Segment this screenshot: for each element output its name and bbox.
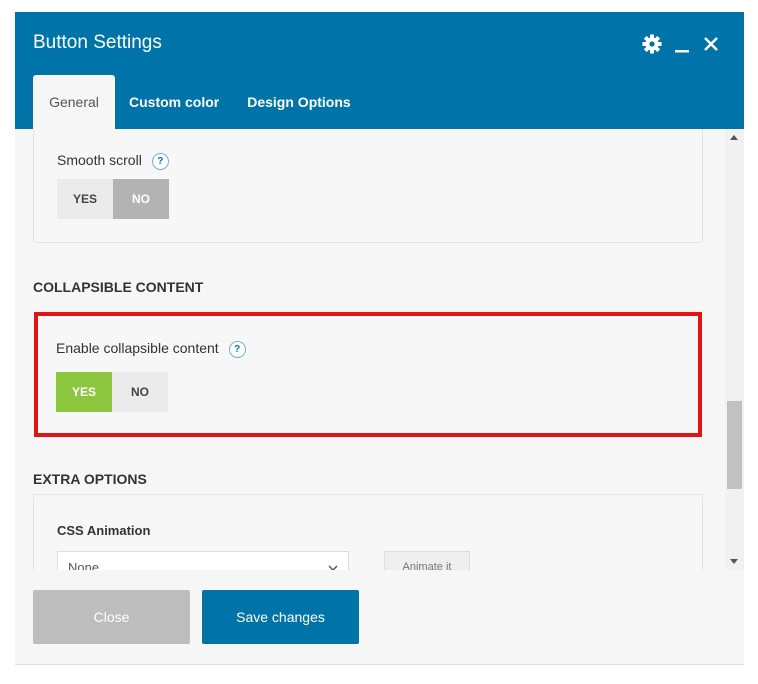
css-animation-value: None [68, 560, 100, 570]
smooth-scroll-toggle[interactable]: YES NO [57, 179, 169, 219]
settings-content: Smooth scroll? YES NO COLLAPSIBLE CONTEN… [15, 129, 725, 570]
dialog-title: Button Settings [33, 32, 162, 53]
header-controls [642, 34, 720, 59]
gear-icon[interactable] [642, 34, 662, 59]
scroll-down-icon[interactable] [730, 559, 738, 564]
collapsible-no[interactable]: NO [112, 372, 168, 412]
dialog-footer: Close Save changes [15, 570, 744, 664]
dialog-header: Button Settings General Custom color Des… [15, 12, 744, 129]
collapsible-label: Enable collapsible content? [56, 340, 246, 358]
css-animation-select[interactable]: None [57, 551, 349, 570]
help-icon[interactable]: ? [228, 340, 246, 358]
smooth-scroll-card: Smooth scroll? YES NO [33, 129, 703, 243]
tab-design-options[interactable]: Design Options [233, 75, 364, 129]
animate-it-button[interactable]: Animate it [384, 551, 470, 570]
extra-options-section-title: EXTRA OPTIONS [33, 471, 147, 487]
collapsible-yes[interactable]: YES [56, 372, 112, 412]
button-settings-dialog: Button Settings General Custom color Des… [15, 12, 744, 665]
scroll-up-icon[interactable] [730, 135, 738, 140]
scroll-thumb[interactable] [727, 401, 742, 489]
close-icon[interactable] [702, 35, 720, 58]
smooth-scroll-yes[interactable]: YES [57, 179, 113, 219]
tab-custom-color[interactable]: Custom color [115, 75, 233, 129]
smooth-scroll-no[interactable]: NO [113, 179, 169, 219]
collapsible-section-title: COLLAPSIBLE CONTENT [33, 279, 204, 295]
collapsible-text: Enable collapsible content [56, 340, 219, 356]
tab-bar: General Custom color Design Options [33, 75, 365, 129]
smooth-scroll-label: Smooth scroll? [57, 152, 169, 170]
collapsible-toggle[interactable]: YES NO [56, 372, 168, 412]
collapsible-highlight-box: Enable collapsible content? YES NO [34, 312, 702, 437]
help-icon[interactable]: ? [151, 152, 169, 170]
smooth-scroll-text: Smooth scroll [57, 152, 142, 168]
chevron-down-icon [328, 561, 338, 570]
css-animation-label: CSS Animation [57, 523, 151, 538]
minimize-icon[interactable] [674, 34, 690, 59]
save-changes-button[interactable]: Save changes [202, 590, 359, 644]
close-button[interactable]: Close [33, 590, 190, 644]
extra-options-card: CSS Animation None Animate it [33, 494, 703, 570]
scrollbar[interactable] [725, 129, 744, 570]
tab-general[interactable]: General [33, 75, 115, 129]
